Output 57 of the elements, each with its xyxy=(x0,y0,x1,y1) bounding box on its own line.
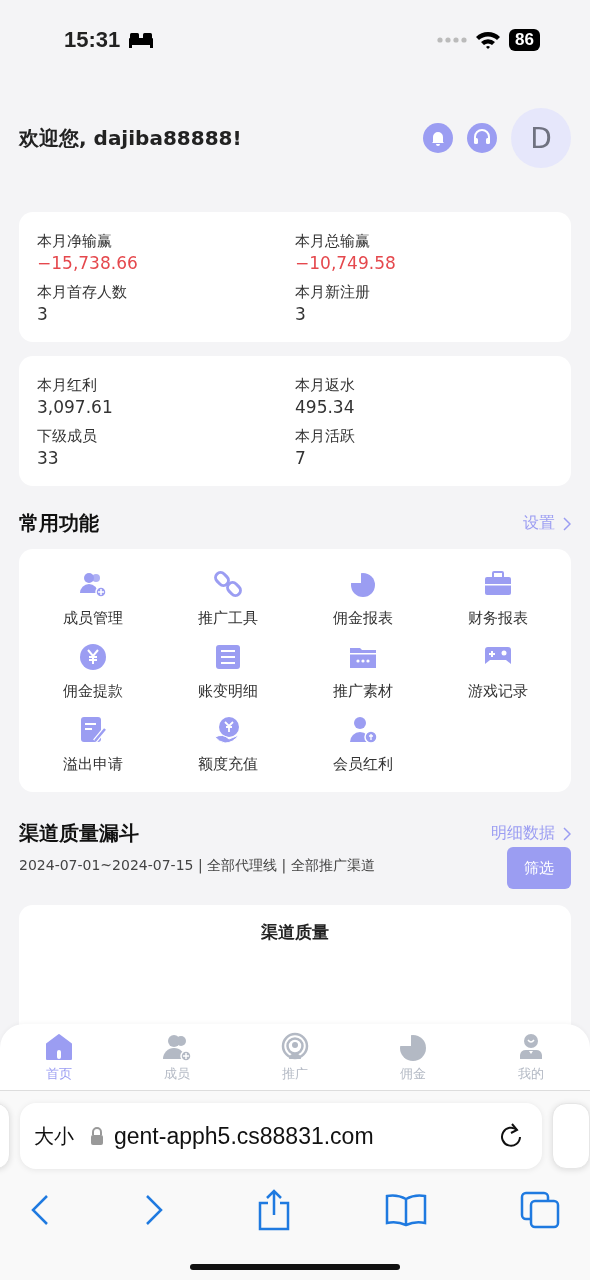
yen-coin-icon xyxy=(77,642,108,672)
function-button[interactable]: 佣金提款 xyxy=(25,642,160,701)
function-button[interactable]: 成员管理 xyxy=(25,569,160,628)
function-button[interactable]: 会员红利 xyxy=(295,715,430,774)
stat-value: −10,749.58 xyxy=(295,253,397,273)
function-button[interactable]: 游戏记录 xyxy=(430,642,565,701)
stat-label: 本月活跃 xyxy=(295,427,356,446)
forward-icon[interactable] xyxy=(143,1194,164,1226)
greeting-text: 欢迎您, dajiba88888! xyxy=(19,124,242,152)
broadcast-icon xyxy=(280,1031,310,1062)
stat-value: 3 xyxy=(295,304,307,324)
address-bar[interactable]: 大小 gent-apph5.cs88831.com xyxy=(20,1103,542,1169)
back-icon[interactable] xyxy=(30,1194,50,1226)
function-button[interactable]: 财务报表 xyxy=(430,569,565,628)
url-text: gent-apph5.cs88831.com xyxy=(114,1122,375,1150)
signal-icon xyxy=(437,37,468,43)
avatar[interactable]: D xyxy=(511,108,571,168)
filter-summary: 2024-07-01~2024-07-15 | 全部代理线 | 全部推广渠道 xyxy=(19,857,375,875)
section-title: 常用功能 xyxy=(19,510,99,537)
stat-value: 3 xyxy=(37,304,49,324)
link-icon xyxy=(212,569,243,599)
stat-value: 495.34 xyxy=(295,397,356,417)
chevron-icon xyxy=(563,826,571,841)
stat-value: 3,097.61 xyxy=(37,397,114,417)
person-yen-icon xyxy=(347,715,378,745)
text-size-button[interactable]: 大小 xyxy=(34,1122,74,1150)
stat-label: 本月返水 xyxy=(295,376,356,395)
function-button[interactable]: 额度充值 xyxy=(160,715,295,774)
function-button[interactable]: 推广素材 xyxy=(295,642,430,701)
chevron-icon xyxy=(563,516,571,531)
status-time: 15:31 xyxy=(64,27,121,53)
reload-icon[interactable] xyxy=(498,1122,524,1150)
stat-label: 下级成员 xyxy=(37,427,98,446)
stat-value: 7 xyxy=(295,448,307,468)
stat-label: 本月净输赢 xyxy=(37,232,113,251)
stat-label: 本月新注册 xyxy=(295,283,371,302)
stat-label: 本月首存人数 xyxy=(37,283,128,302)
stat-label: 本月红利 xyxy=(37,376,98,395)
bed-icon xyxy=(128,32,155,48)
bell-icon[interactable] xyxy=(423,123,453,153)
function-button[interactable]: 佣金报表 xyxy=(295,569,430,628)
lock-icon xyxy=(90,1127,104,1145)
function-button[interactable]: 账变明细 xyxy=(160,642,295,701)
wifi-icon xyxy=(475,30,502,50)
card-title: 渠道质量 xyxy=(261,921,329,944)
share-icon[interactable] xyxy=(257,1189,291,1231)
headset-icon[interactable] xyxy=(467,123,497,153)
battery-indicator: 86 xyxy=(509,29,540,51)
stat-label: 本月总输赢 xyxy=(295,232,371,251)
stat-value: 33 xyxy=(37,448,60,468)
book-icon[interactable] xyxy=(384,1193,427,1227)
function-button[interactable]: 溢出申请 xyxy=(25,715,160,774)
section-title: 渠道质量漏斗 xyxy=(19,820,139,847)
tabs-icon[interactable] xyxy=(520,1191,560,1229)
home-icon xyxy=(44,1031,74,1062)
function-button[interactable]: 推广工具 xyxy=(160,569,295,628)
stat-value: −15,738.66 xyxy=(37,253,139,273)
